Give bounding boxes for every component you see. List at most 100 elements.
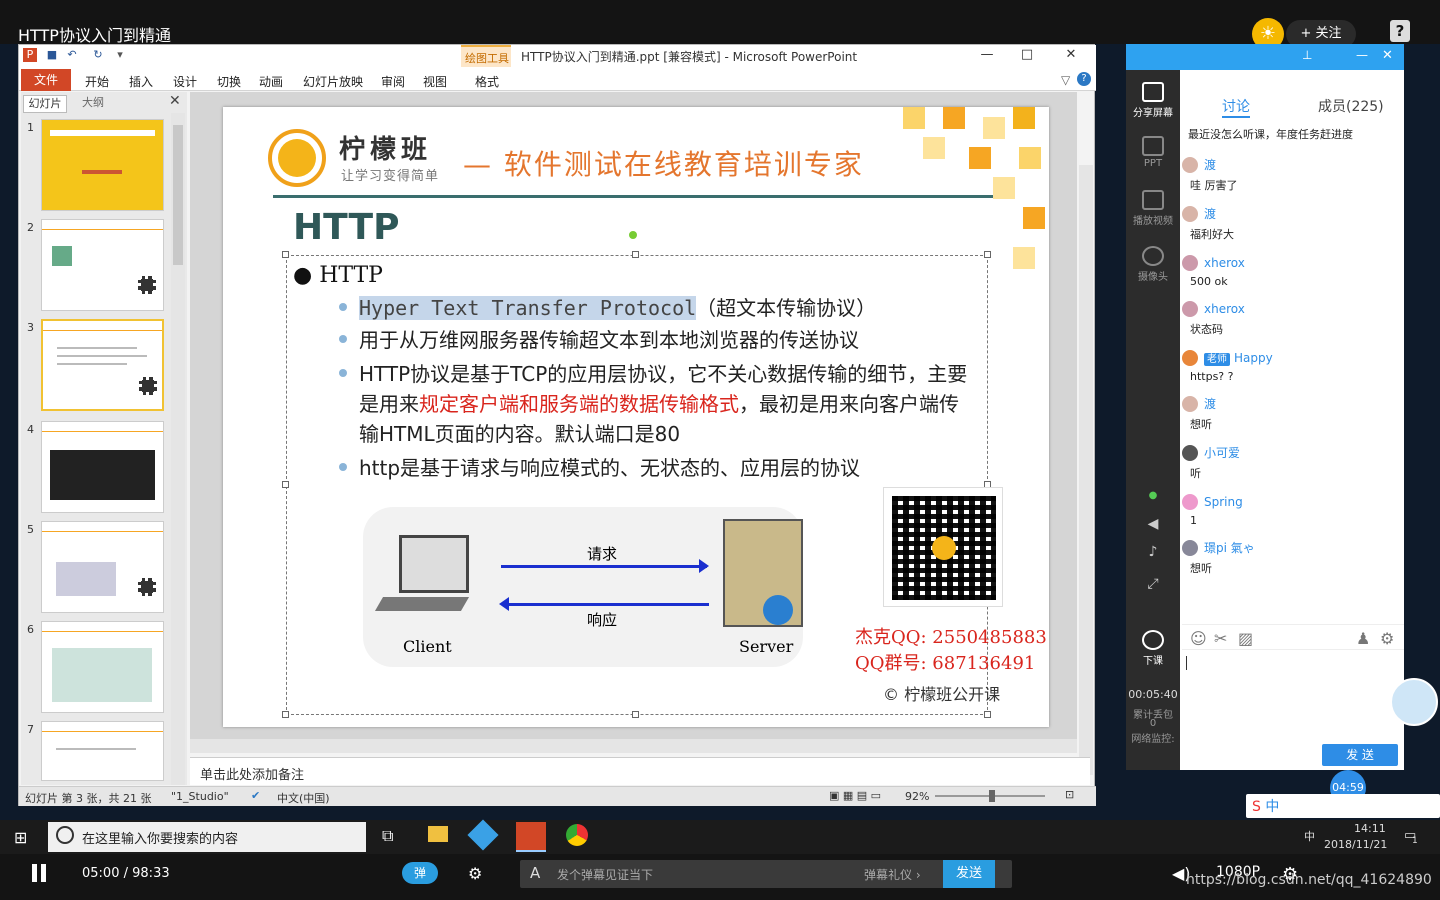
tab-slideshow[interactable]: 幻灯片放映 [303,73,363,90]
danmu-settings-icon[interactable]: ⚙ [468,864,482,883]
resize-handle[interactable] [984,711,991,718]
user-name[interactable]: xherox [1204,256,1245,270]
tab-discussion[interactable]: 讨论 [1222,96,1250,118]
fullscreen-icon[interactable]: ⤢ [1126,576,1180,592]
tab-format[interactable]: 格式 [475,73,499,90]
fit-window-icon[interactable]: ⊡ [1065,788,1074,801]
chat-close-icon[interactable]: ✕ [1382,48,1393,63]
minimize-button[interactable]: — [967,45,1007,65]
tab-animations[interactable]: 动画 [259,73,283,90]
share-screen-button[interactable]: 分享屏幕 [1126,82,1180,119]
slide-thumbnail-4[interactable] [41,421,164,513]
user-name[interactable]: 小可爱 [1204,446,1240,460]
tray-ime[interactable]: 中 [1304,828,1315,844]
speaker-icon[interactable]: ◀ [1126,516,1180,532]
user-name[interactable]: 渡 [1204,397,1216,411]
resize-handle[interactable] [282,481,289,488]
zoom-thumb[interactable] [989,790,995,802]
help-circle-icon[interactable]: ? [1077,72,1091,86]
chat-send-button[interactable]: 发 送 [1322,744,1398,766]
view-buttons-icon[interactable]: ▣ ▦ ▤ ▭ [829,789,881,802]
chat-minimize-icon[interactable]: — [1356,48,1368,62]
undo-icon[interactable]: ↶ [65,48,79,62]
windows-start-icon[interactable]: ⊞ [14,828,27,847]
slide-thumbnail-6[interactable] [41,621,164,713]
user-name[interactable]: Spring [1204,495,1243,509]
tab-home[interactable]: 开始 [85,73,109,90]
deco-tile [903,107,925,129]
user-avatar [1182,205,1198,222]
user-name[interactable]: 渡 [1204,158,1216,172]
text-style-icon[interactable]: A [530,864,540,882]
tab-outline[interactable]: 大纲 [71,95,115,113]
slide-thumbnail-3-selected[interactable] [41,319,164,411]
chat-input[interactable] [1186,656,1187,670]
user-name[interactable]: Happy [1234,351,1273,365]
redo-icon[interactable]: ↻ [91,48,105,62]
resize-handle[interactable] [632,251,639,258]
slide-thumbnail-2[interactable] [41,219,164,311]
pane-close-icon[interactable]: ✕ [169,93,181,109]
save-icon[interactable]: ■ [45,48,59,62]
settings-gear-icon[interactable]: ⚙ [1380,629,1394,648]
tab-members[interactable]: 成员(225) [1318,96,1384,116]
pause-icon[interactable] [32,864,37,882]
user-name[interactable]: 璟pi 氣ゃ [1204,541,1255,555]
customize-icon[interactable]: ▾ [113,48,127,62]
scissors-icon[interactable]: ✂ [1214,629,1227,648]
image-icon[interactable]: ▨ [1238,629,1253,648]
play-video-button[interactable]: 播放视频 [1126,190,1180,227]
slide-canvas[interactable]: 柠檬班 让学习变得简单 — 软件测试在线教育培训专家 HTTP ● HTTP H… [223,107,1049,727]
resize-handle[interactable] [282,711,289,718]
selected-text[interactable]: Hyper Text Transfer Protocol [359,296,697,320]
end-class-button[interactable]: 下课 [1126,630,1180,667]
resize-handle[interactable] [632,711,639,718]
assistant-robot-icon[interactable] [1390,678,1438,726]
file-tab[interactable]: 文件 [21,69,71,91]
music-icon[interactable]: ♪ [1126,544,1180,560]
emoji-icon[interactable]: ☺ [1190,629,1207,648]
horizontal-scrollbar[interactable] [190,739,1077,753]
notes-pane[interactable]: 单击此处添加备注 [190,757,1090,785]
chrome-icon[interactable] [566,824,588,846]
mic-icon[interactable]: ● [1126,490,1180,501]
members-icon[interactable]: ♟ [1356,629,1370,648]
task-view-icon[interactable]: ⧉ [382,826,393,846]
thumbnail-scroll-thumb[interactable] [173,125,183,265]
tab-design[interactable]: 设计 [173,73,197,90]
ime-toolbar[interactable]: S 中 [1246,794,1440,818]
slide-thumbnail-7[interactable] [41,721,164,781]
maximize-button[interactable]: □ [1007,45,1047,65]
spellcheck-icon[interactable]: ✔ [251,789,260,802]
pin-icon[interactable]: ⊥ [1302,48,1312,62]
close-button[interactable]: ✕ [1051,45,1091,65]
ppt-app-icon[interactable]: P [23,48,37,62]
tab-view[interactable]: 视图 [423,73,447,90]
slide-thumbnail-1[interactable] [41,119,164,211]
slide-thumbnail-5[interactable] [41,521,164,613]
help-icon[interactable]: ? [1390,20,1410,42]
slide-scrollbar[interactable] [1079,165,1093,775]
ppt-button[interactable]: PPT [1126,136,1180,169]
user-name[interactable]: 渡 [1204,207,1216,221]
taskbar-search[interactable]: 在这里输入你要搜索的内容 [48,822,366,852]
danmu-toggle[interactable]: 弹 [402,862,438,884]
powerpoint-taskbar-icon[interactable] [516,822,546,852]
tab-insert[interactable]: 插入 [129,73,153,90]
danmu-etiquette-link[interactable]: 弹幕礼仪 › [864,866,921,883]
rotate-handle[interactable] [629,231,637,239]
danmu-send-button[interactable]: 发送 [943,860,995,888]
ribbon-collapse-icon[interactable]: ▽ [1061,73,1070,87]
file-explorer-icon[interactable] [428,826,448,842]
packet-loss-value: 0 [1149,718,1157,729]
screen: HTTP协议入门到精通 ☀ + 关注 ? P ■ ↶ ↻ ▾ 绘图工具 HTTP… [0,0,1440,900]
camera-button[interactable]: 摄像头 [1126,246,1180,283]
tab-slides[interactable]: 幻灯片 [23,95,67,113]
keyboard-icon [374,597,470,611]
resize-handle[interactable] [984,251,991,258]
user-name[interactable]: xherox [1204,302,1245,316]
tab-review[interactable]: 审阅 [381,73,405,90]
resize-handle[interactable] [282,251,289,258]
thumb-number: 6 [27,623,34,636]
tab-transitions[interactable]: 切换 [217,73,241,90]
